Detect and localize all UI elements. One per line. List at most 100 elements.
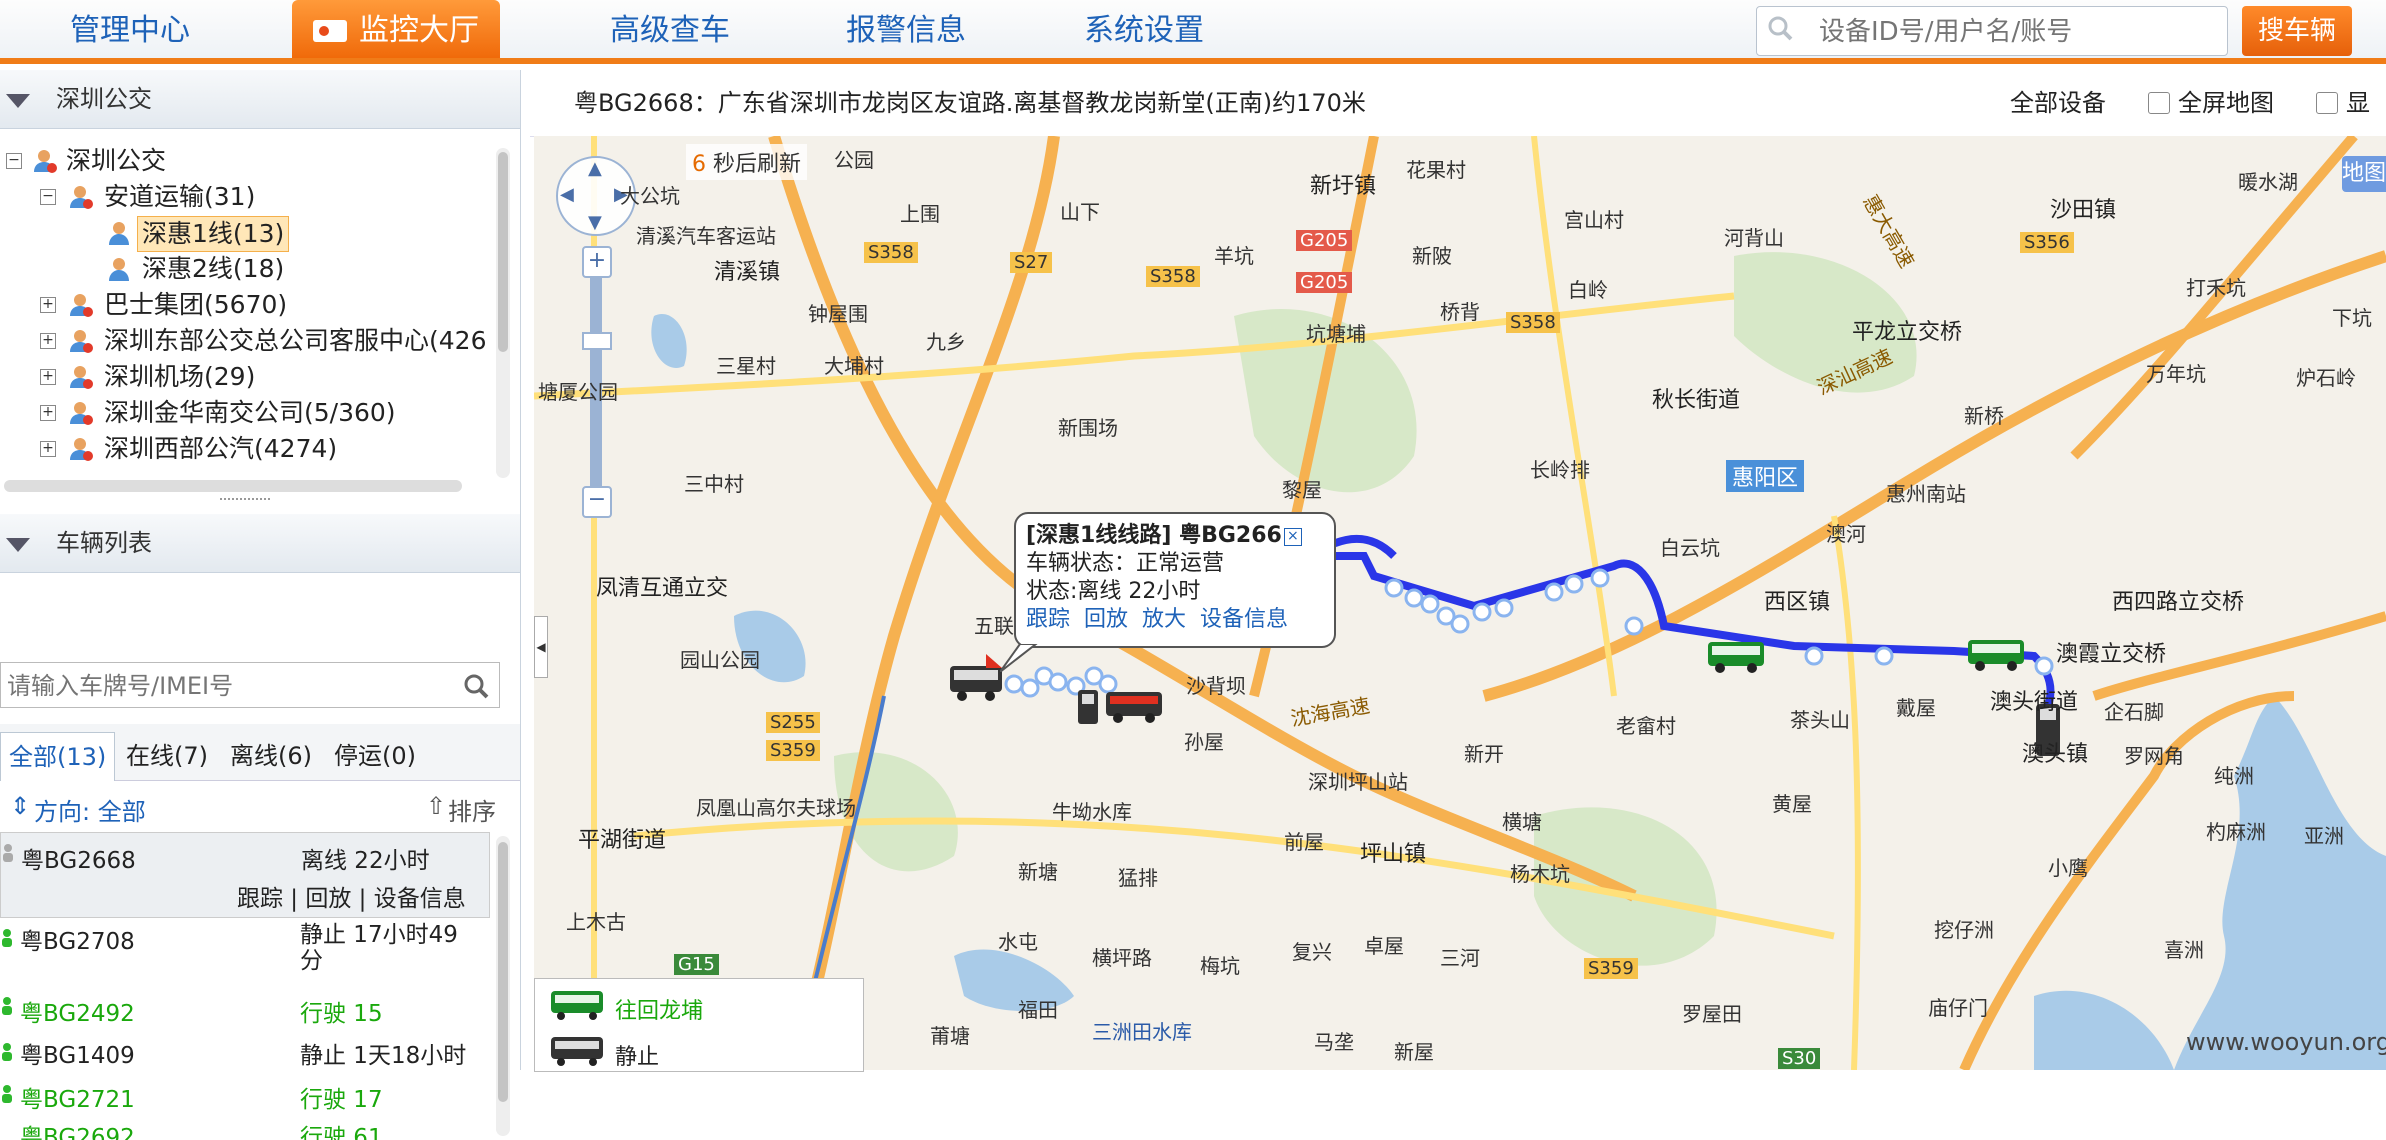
direction-filter[interactable]: 方向: 全部 xyxy=(34,792,146,827)
search-icon[interactable] xyxy=(463,673,489,699)
collapse-toggle-icon[interactable]: − xyxy=(40,189,56,205)
collapse-sidebar-handle[interactable]: ◀ xyxy=(534,616,548,678)
vehicle-search-input[interactable] xyxy=(5,669,449,703)
zoom-out-button[interactable]: − xyxy=(582,486,612,518)
vehicle-plate: 粤BG2492 xyxy=(20,1001,135,1027)
sort-button[interactable]: 排序 xyxy=(448,792,496,827)
map-label: 炉石岭 xyxy=(2296,366,2356,390)
vehicle-status: 静止 17小时49分 xyxy=(300,922,458,974)
collapse-triangle-icon[interactable] xyxy=(6,538,30,552)
expand-toggle-icon[interactable]: + xyxy=(40,297,56,313)
monitor-icon xyxy=(313,20,347,42)
popup-zoom-link[interactable]: 放大 xyxy=(1142,607,1186,632)
fullscreen-label: 全屏地图 xyxy=(2178,89,2274,117)
tree-node-label: 深圳公交 xyxy=(66,146,167,175)
popup-links: 跟踪 回放 放大 设备信息 xyxy=(1026,606,1324,634)
bus-marker-offline[interactable] xyxy=(946,654,1006,704)
map-type-button[interactable]: 地图 xyxy=(2342,156,2386,192)
vehicle-row-selected[interactable]: 粤BG2668 离线 22小时 跟踪 | 回放 | 设备信息 xyxy=(0,832,490,918)
map-label: 澳霞立交桥 xyxy=(2056,642,2167,667)
expand-toggle-icon[interactable]: + xyxy=(40,369,56,385)
popup-pointer xyxy=(1000,644,1038,672)
collapse-triangle-icon[interactable] xyxy=(6,94,30,108)
map-label: 福田 xyxy=(1018,998,1058,1022)
map-label: 罗网角 xyxy=(2124,744,2184,768)
tab-online[interactable]: 在线(7) xyxy=(126,732,208,780)
refresh-count: 6 xyxy=(692,152,706,177)
popup-track-link[interactable]: 跟踪 xyxy=(1026,607,1070,632)
user-group-icon xyxy=(70,330,93,353)
zoom-slider-handle[interactable] xyxy=(582,332,612,350)
road-shield: G205 xyxy=(1296,230,1353,251)
road-shield: G15 xyxy=(674,954,719,975)
all-devices-link[interactable]: 全部设备 xyxy=(2010,70,2106,136)
map-label: 万年坑 xyxy=(2146,362,2206,386)
vehicle-info-popup: [深惠1线线路] 粤BG266 × 车辆状态：正常运营 状态:离线 22小时 跟踪… xyxy=(1014,512,1336,648)
tree-vertical-scrollbar[interactable] xyxy=(496,148,510,478)
bus-moving-legend-icon xyxy=(551,991,603,1020)
popup-title: [深惠1线线路] 粤BG266 × xyxy=(1026,522,1324,550)
fullscreen-checkbox[interactable] xyxy=(2148,92,2170,114)
bus-marker-stopped[interactable] xyxy=(1104,688,1164,724)
tab-offline[interactable]: 离线(6) xyxy=(230,732,312,780)
bus-marker-moving[interactable] xyxy=(1706,638,1766,674)
map-label: 莆塘 xyxy=(930,1024,970,1048)
show-checkbox[interactable] xyxy=(2316,92,2338,114)
user-icon xyxy=(109,222,129,245)
map-label: 澳头镇 xyxy=(2022,742,2089,767)
nav-monitor-hall[interactable]: 监控大厅 xyxy=(292,0,500,58)
road-shield: S359 xyxy=(1584,958,1638,979)
tab-all[interactable]: 全部(13) xyxy=(0,732,116,781)
tree-horizontal-scrollbar[interactable] xyxy=(4,480,462,492)
user-icon xyxy=(109,258,129,281)
nav-advanced-search[interactable]: 高级查车 xyxy=(570,0,770,58)
map-label: 钟屋围 xyxy=(808,302,868,326)
map-label: 新围场 xyxy=(1058,416,1118,440)
map-label: 清溪镇 xyxy=(714,260,781,285)
vehicle-row[interactable]: 粤BG2721 行驶 17 xyxy=(0,1078,488,1114)
direction-filter-row: ⇕ 方向: 全部 ⇧ 排序 xyxy=(0,788,500,828)
user-group-icon xyxy=(70,438,93,461)
map-canvas[interactable]: ▲ ▼ ◀ ▶ + − 6 秒后刷新 地图 ◀ 公园 大公坑 清溪汽车客运站 上… xyxy=(534,136,2386,1070)
tree-node-label: 巴士集团(5670) xyxy=(104,290,288,319)
vehicle-row[interactable]: 粤BG2692 行驶 61 xyxy=(0,1118,488,1140)
tab-suspended[interactable]: 停运(0) xyxy=(334,732,416,780)
search-icon xyxy=(1768,16,1793,41)
map-label: 三中村 xyxy=(684,472,744,496)
map-label: 园山公园 xyxy=(680,648,760,672)
expand-toggle-icon[interactable]: + xyxy=(40,333,56,349)
nav-system-settings[interactable]: 系统设置 xyxy=(1044,0,1244,58)
vehicle-status: 离线 22小时 xyxy=(301,848,430,874)
nav-admin-center[interactable]: 管理中心 xyxy=(30,0,230,58)
tree-panel-header[interactable]: 深圳公交 xyxy=(0,70,520,129)
collapse-toggle-icon[interactable]: − xyxy=(6,153,22,169)
device-search-input[interactable] xyxy=(1817,13,2221,51)
tree-node-label: 深圳机场(29) xyxy=(104,362,256,391)
popup-playback-link[interactable]: 回放 xyxy=(1084,607,1128,632)
sort-up-icon: ⇧ xyxy=(426,792,447,820)
map-label: 秋长街道 xyxy=(1652,388,1741,413)
vehicle-row[interactable]: 粤BG2708 静止 17小时49分 xyxy=(0,922,488,988)
close-icon[interactable]: × xyxy=(1283,528,1302,546)
panel-resize-handle[interactable] xyxy=(220,498,270,506)
popup-device-info-link[interactable]: 设备信息 xyxy=(1200,607,1288,632)
expand-toggle-icon[interactable]: + xyxy=(40,441,56,457)
bus-marker-moving[interactable] xyxy=(1966,636,2026,672)
map-label: 白岭 xyxy=(1568,278,1608,302)
tree-node-label: 深惠2线(18) xyxy=(142,254,285,283)
vehicle-list-scrollbar[interactable] xyxy=(496,836,510,1136)
map-label: 下坑 xyxy=(2332,306,2372,330)
vehicle-row[interactable]: 粤BG2492 行驶 15 xyxy=(0,990,488,1027)
map-label: 五联 xyxy=(974,614,1014,638)
vehicle-panel-header[interactable]: 车辆列表 xyxy=(0,514,520,573)
search-vehicle-button[interactable]: 搜车辆 xyxy=(2242,6,2352,56)
vehicle-actions[interactable]: 跟踪 | 回放 | 设备信息 xyxy=(237,879,466,913)
map-label: 企石脚 xyxy=(2104,700,2164,724)
zoom-in-button[interactable]: + xyxy=(582,246,612,278)
map-label: 大埔村 xyxy=(824,354,884,378)
vehicle-status: 行驶 61 xyxy=(300,1125,383,1140)
map-label: 上围 xyxy=(900,202,940,226)
expand-toggle-icon[interactable]: + xyxy=(40,405,56,421)
vehicle-row[interactable]: 粤BG1409 静止 1天18小时 xyxy=(0,1036,488,1072)
nav-alarm-info[interactable]: 报警信息 xyxy=(806,0,1006,58)
